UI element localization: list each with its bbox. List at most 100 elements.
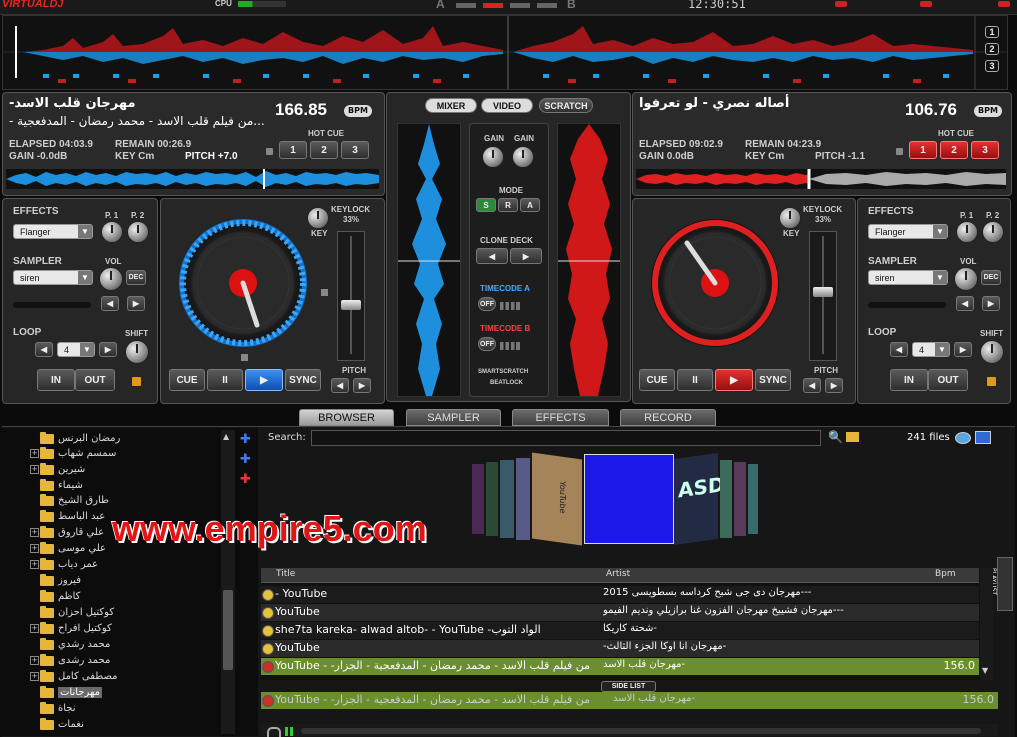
tab-sampler[interactable]: SAMPLER (406, 409, 501, 426)
right-pitch-down[interactable]: ◀ (803, 378, 821, 393)
right-pitch-slider[interactable] (809, 231, 837, 361)
mode-r-button[interactable]: R (498, 198, 518, 212)
left-sampler-prev[interactable]: ◀ (101, 296, 119, 311)
tree-scroll-thumb[interactable] (223, 590, 233, 670)
folder-item[interactable]: شيماء (40, 478, 83, 493)
right-effect-select[interactable]: Flanger ▼ (868, 224, 948, 239)
folder-item[interactable]: + محمد رشدى (30, 653, 110, 668)
left-key-knob[interactable] (307, 207, 329, 229)
left-pitch-down[interactable]: ◀ (331, 378, 349, 393)
right-hot-cue-1[interactable]: 1 (909, 141, 937, 159)
folder-item[interactable]: فيروز (40, 573, 81, 588)
left-sampler-next[interactable]: ▶ (127, 296, 145, 311)
mode-a-button[interactable]: A (520, 198, 540, 212)
close-button[interactable] (998, 1, 1010, 7)
tab-record[interactable]: RECORD (620, 409, 716, 426)
folder-item[interactable]: طارق الشيخ (40, 493, 109, 508)
left-waveform[interactable] (6, 169, 379, 189)
left-p1-knob[interactable] (101, 221, 123, 243)
add-folder-icon[interactable]: ✚ (240, 432, 251, 447)
right-loop-out[interactable]: OUT (928, 369, 968, 391)
right-p1-knob[interactable] (956, 221, 978, 243)
left-gain-knob[interactable] (482, 146, 504, 168)
left-loop-select[interactable]: 4 ▼ (57, 342, 95, 357)
left-jog-wheel[interactable] (179, 219, 307, 347)
cover-thumb[interactable]: YouTube (532, 452, 582, 546)
right-hot-cue-3[interactable]: 3 (971, 141, 999, 159)
expand-icon[interactable]: + (30, 672, 39, 681)
cover-thumb[interactable] (500, 460, 514, 538)
left-loop-next[interactable]: ▶ (99, 342, 117, 357)
tree-scrollbar[interactable]: ▲ (221, 430, 235, 734)
folder-tree[interactable]: رمضان البرنس + سمسم شهاب + شيرين شيماء طار… (2, 428, 258, 736)
right-sampler-prev[interactable]: ◀ (956, 296, 974, 311)
right-loop-next[interactable]: ▶ (954, 342, 972, 357)
scroll-down-icon[interactable]: ▼ (982, 666, 988, 675)
left-play-button[interactable]: ▶ (245, 369, 283, 391)
preview-bar[interactable] (301, 728, 981, 734)
timecode-a-off[interactable]: OFF (478, 297, 496, 311)
right-key-knob[interactable] (779, 207, 801, 229)
folder-item[interactable]: محمد رشدي (40, 637, 110, 652)
left-sampler-slider[interactable] (13, 302, 91, 308)
cover-flow[interactable]: YouTube ASD (470, 450, 760, 566)
expand-icon[interactable]: + (30, 656, 39, 665)
right-pause-button[interactable]: II (677, 369, 713, 391)
cover-thumb[interactable] (734, 462, 746, 536)
right-hot-cue-2[interactable]: 2 (940, 141, 968, 159)
expand-icon[interactable]: + (30, 544, 39, 553)
track-row[interactable]: YouTube -مهرجان انا اوكا الجزء الثالث- (261, 640, 979, 657)
left-pitch-slider[interactable] (337, 231, 365, 361)
right-sync-button[interactable]: SYNC (755, 369, 791, 391)
folder-item[interactable]: كوكتيل احزان (40, 605, 114, 620)
expand-icon[interactable]: + (30, 528, 39, 537)
folder-item[interactable]: نجاة (40, 701, 76, 716)
search-options-icon[interactable]: 🔍 (828, 430, 843, 444)
list-scrollbar[interactable]: ▼ (980, 568, 993, 680)
cover-thumb[interactable]: ASD (674, 452, 724, 546)
column-title[interactable]: Title (276, 569, 295, 579)
left-cue-button[interactable]: CUE (169, 369, 205, 391)
expand-icon[interactable]: + (30, 449, 39, 458)
left-pitch-handle[interactable] (341, 300, 361, 310)
cover-thumb[interactable] (486, 462, 498, 536)
right-gain-knob[interactable] (512, 146, 534, 168)
track-row[interactable]: - YouTube مهرجان دى جى شبح كرداسه بسطويس… (261, 586, 979, 603)
left-bpm-badge[interactable]: BPM (344, 105, 372, 117)
left-hot-cue-2[interactable]: 2 (310, 141, 338, 159)
expand-icon[interactable]: + (30, 624, 39, 633)
video-tab[interactable]: VIDEO (481, 98, 533, 113)
folder-item-selected[interactable]: مهرجانات (40, 685, 102, 700)
left-pause-button[interactable]: II (207, 369, 243, 391)
folder-item[interactable]: كاظم (40, 589, 80, 604)
right-sampler-slider[interactable] (868, 302, 946, 308)
right-waveform[interactable] (636, 169, 1006, 189)
left-hot-cue-3[interactable]: 3 (341, 141, 369, 159)
right-pitch-up[interactable]: ▶ (825, 378, 843, 393)
left-vol-knob[interactable] (99, 267, 123, 291)
left-sampler-select[interactable]: siren ▼ (13, 270, 93, 285)
add-filter-icon[interactable]: ✚ (240, 472, 251, 487)
folder-item[interactable]: رمضان البرنس (40, 431, 120, 446)
left-loop-prev[interactable]: ◀ (35, 342, 53, 357)
right-cue-button[interactable]: CUE (639, 369, 675, 391)
folder-item[interactable]: + مصطفى كامل (30, 669, 118, 684)
eye-icon[interactable] (955, 432, 971, 444)
left-loop-in[interactable]: IN (37, 369, 75, 391)
folder-item[interactable]: عبد الباسط (40, 509, 105, 524)
left-shift-knob[interactable] (125, 340, 149, 364)
right-loop-prev[interactable]: ◀ (890, 342, 908, 357)
column-artist[interactable]: Artist (606, 569, 630, 579)
add-playlist-icon[interactable]: ✚ (240, 452, 251, 467)
left-effect-select[interactable]: Flanger ▼ (13, 224, 93, 239)
track-button-1[interactable]: 1 (985, 26, 999, 38)
folder-item[interactable]: + علي قاروق (30, 525, 104, 540)
left-dec-button[interactable]: DEC (126, 270, 146, 285)
column-bpm[interactable]: Bpm (935, 569, 956, 579)
right-p2-knob[interactable] (982, 221, 1004, 243)
search-input[interactable] (311, 430, 821, 446)
cover-thumb[interactable] (516, 458, 530, 540)
tab-browser[interactable]: BROWSER (299, 409, 394, 426)
left-p2-knob[interactable] (127, 221, 149, 243)
right-play-button[interactable]: ▶ (715, 369, 753, 391)
